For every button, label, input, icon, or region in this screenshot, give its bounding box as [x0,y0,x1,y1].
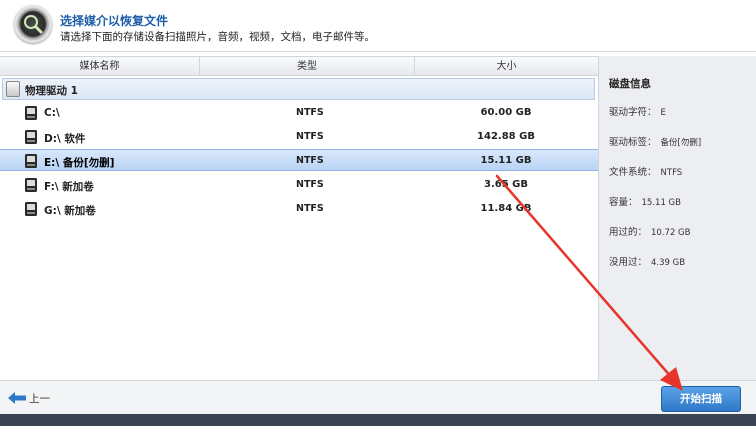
drive-size: 3.65 GB [484,179,528,190]
drive-type: NTFS [296,179,324,190]
page-title: 选择媒介以恢复文件 [60,14,169,28]
drive-size: 11.84 GB [480,203,532,214]
info-value: 备份[勿删] [660,138,702,148]
table-row-selected[interactable]: E:\ 备份[勿删] NTFS 15.11 GB [0,149,598,171]
start-scan-button[interactable]: 开始扫描 [661,386,741,412]
back-button-label: 上一 [29,392,50,405]
drive-size: 142.88 GB [477,131,535,142]
physical-drive-group[interactable]: 物理驱动 1 [2,78,595,100]
info-drive-letter: 驱动字符： E [609,104,666,118]
arrow-left-icon [8,392,26,404]
column-header-name[interactable]: 媒体名称 [0,57,200,76]
drive-type: NTFS [296,203,324,214]
info-label: 没用过： [609,257,648,268]
info-label: 驱动字符： [609,107,657,118]
drive-name: E:\ 备份[勿删] [44,157,115,169]
info-label: 文件系统： [609,167,657,178]
table-row[interactable]: G:\ 新加卷 NTFS 11.84 GB [0,198,598,220]
info-label: 容量： [609,197,638,208]
info-label: 驱动标签： [609,137,657,148]
info-drive-label: 驱动标签： 备份[勿删] [609,134,701,148]
drive-icon [25,178,37,192]
back-button[interactable]: 上一 [8,390,50,406]
info-value: 15.11 GB [641,198,681,208]
drive-size: 60.00 GB [480,107,532,118]
info-value: NTFS [660,168,683,178]
table-row[interactable]: F:\ 新加卷 NTFS 3.65 GB [0,174,598,196]
drive-icon [25,202,37,216]
app-logo-icon [14,5,52,43]
table-row[interactable]: C:\ NTFS 60.00 GB [0,102,598,124]
drive-name: F:\ 新加卷 [44,181,94,193]
info-file-system: 文件系统： NTFS [609,164,682,178]
info-capacity: 容量： 15.11 GB [609,194,681,208]
info-label: 用过的： [609,227,648,238]
media-table: 媒体名称 类型 大小 物理驱动 1 C:\ NTFS 60.00 GB D:\ … [0,56,598,380]
drive-size: 15.11 GB [480,155,532,166]
info-free: 没用过： 4.39 GB [609,254,685,268]
column-header-type[interactable]: 类型 [200,57,415,76]
info-value: 4.39 GB [651,258,686,268]
drive-icon [25,130,37,144]
drive-name: G:\ 新加卷 [44,205,96,217]
info-used: 用过的： 10.72 GB [609,224,690,238]
info-value: E [660,108,666,118]
footer-bar: 上一 开始扫描 [0,380,756,414]
page-subtitle: 请选择下面的存储设备扫描照片，音频，视频，文档，电子邮件等。 [60,31,375,43]
drive-icon [25,106,37,120]
drive-icon [25,154,37,168]
table-row[interactable]: D:\ 软件 NTFS 142.88 GB [0,126,598,148]
bottom-status-bar [0,414,756,426]
info-value: 10.72 GB [651,228,691,238]
disk-info-panel: 磁盘信息 驱动字符： E 驱动标签： 备份[勿删] 文件系统： NTFS 容量： 15.… [598,56,756,380]
drive-name: D:\ 软件 [44,133,86,145]
drive-type: NTFS [296,131,324,142]
drive-type: NTFS [296,107,324,118]
table-header: 媒体名称 类型 大小 [0,56,598,76]
disk-info-title: 磁盘信息 [609,78,651,90]
group-label: 物理驱动 1 [25,85,78,97]
drive-name: C:\ [44,107,60,119]
header: 选择媒介以恢复文件 请选择下面的存储设备扫描照片，音频，视频，文档，电子邮件等。 [0,0,756,52]
column-header-size[interactable]: 大小 [415,57,598,76]
hard-disk-icon [6,81,20,97]
drive-type: NTFS [296,155,324,166]
